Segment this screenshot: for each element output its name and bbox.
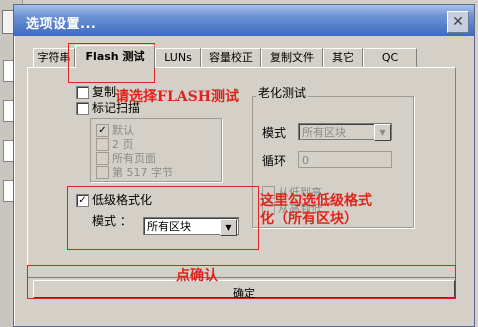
chevron-down-icon[interactable]: ▼	[374, 124, 391, 141]
tab-capacity-correction[interactable]: 容量校正	[201, 48, 261, 67]
scan-2-pages-checkbox[interactable]	[96, 138, 109, 151]
tab-qc[interactable]: QC	[363, 48, 417, 67]
mark-scan-checkbox[interactable]	[76, 102, 89, 115]
scan-byte-517-label: 第 517 字节	[112, 166, 173, 179]
aging-loop-label: 循环	[262, 154, 287, 168]
annotation-confirm: 点确认	[176, 268, 218, 284]
annotation-format-line1: 这里勾选低级格式	[260, 193, 372, 209]
close-button[interactable]: ✕	[447, 11, 469, 33]
scan-default-checkbox[interactable]: ✓	[96, 124, 109, 137]
tab-copy-files[interactable]: 复制文件	[261, 48, 323, 67]
tab-other[interactable]: 其它	[323, 48, 363, 67]
scan-byte-517-checkbox[interactable]	[96, 166, 109, 179]
copy-checkbox[interactable]	[76, 86, 89, 99]
annotation-box-confirm	[27, 265, 456, 299]
dialog-title: 选项设置...	[26, 17, 97, 32]
aging-test-title: 老化测试	[256, 84, 309, 101]
aging-mode-label: 模式	[262, 126, 287, 140]
tab-flash-test[interactable]: Flash 测试	[75, 45, 155, 68]
scan-all-pages-checkbox[interactable]	[96, 152, 109, 165]
annotation-box-low-format	[67, 186, 259, 250]
title-bar[interactable]: 选项设置... ✕	[14, 5, 474, 36]
aging-loop-input[interactable]: 0	[298, 151, 392, 168]
annotation-select-flash-test: 请选择FLASH测试	[115, 89, 239, 105]
tab-luns[interactable]: LUNs	[155, 48, 201, 67]
copy-label: 复制	[92, 85, 117, 99]
annotation-format-line2: 化（所有区块）	[260, 211, 358, 227]
